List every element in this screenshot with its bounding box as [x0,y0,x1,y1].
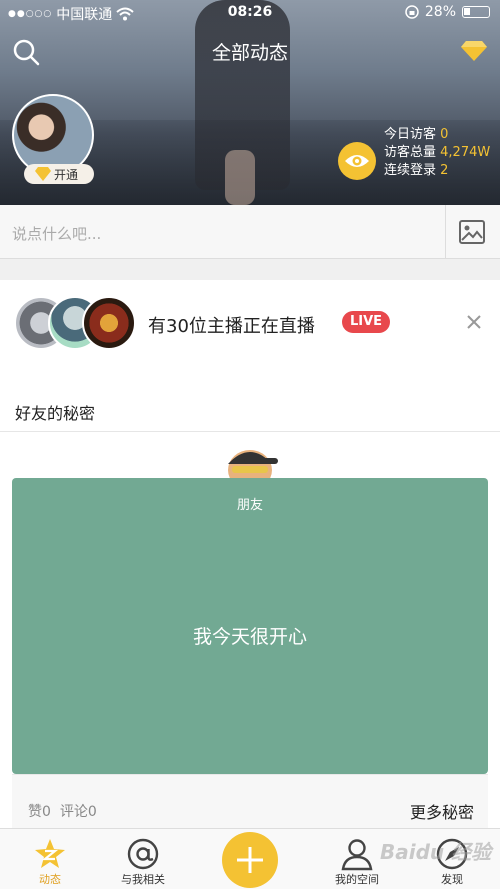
secret-message: 我今天很开心 [192,626,307,648]
friends-secret-header: 好友的秘密 [0,368,500,432]
today-visitors-row: 今日访客 0 [384,126,490,144]
tab-label: 动态 [39,873,61,886]
page-title: 全部动态 [211,42,288,64]
battery-percent: 28% [424,4,456,20]
live-banner[interactable]: 有30位主播正在直播 LIVE [0,280,500,368]
total-visitors-value: 4,274W [440,145,491,160]
login-streak-row: 连续登录 2 [384,162,490,180]
profile-header: ●●○○○ 中国联通 08:26 28% 全部动态 开通 今日访客 0 访客总量… [0,0,500,205]
secret-feed: 朋友 我今天很开心 赞0 评论0 更多秘密 [0,432,500,828]
watermark: Baidu 经验 [380,840,492,864]
secret-tag: 朋友 [236,498,263,513]
secret-footer: 赞0 评论0 更多秘密 [12,774,488,828]
total-visitors-label: 访客总量 [384,145,437,160]
status-right: 28% [405,4,490,20]
vip-open-label: 开通 [54,167,79,182]
secret-card[interactable]: 朋友 我今天很开心 [12,478,488,774]
total-visitors-row: 访客总量 4,274W [384,144,490,162]
tab-label: 发现 [441,873,463,886]
close-icon[interactable] [462,310,486,334]
title-bar: 全部动态 [0,26,500,76]
image-icon[interactable] [459,220,485,244]
at-icon [127,838,159,870]
live-host-avatar [82,296,136,350]
login-streak-value: 2 [440,163,449,178]
visitor-lines: 今日访客 0 访客总量 4,274W 连续登录 2 [384,126,490,180]
login-streak-label: 连续登录 [384,163,437,178]
today-visitors-value: 0 [440,127,449,142]
tab-label: 我的空间 [335,873,379,886]
more-secrets-link[interactable]: 更多秘密 [410,799,474,823]
tab-mentions[interactable]: 与我相关 [93,829,193,889]
live-count-text: 有30位主播正在直播 [148,316,315,337]
live-host-avatars [14,296,139,350]
person-icon [341,839,373,871]
visitor-eye-badge [338,142,376,180]
vip-gem-icon [35,167,51,181]
secret-stats: 赞0 评论0 [28,801,97,821]
visitor-stats[interactable]: 今日访客 0 访客总量 4,274W 连续登录 2 [336,124,500,184]
live-badge: LIVE [342,311,390,333]
header-background-legs [225,150,255,205]
post-bar-divider [445,205,446,259]
today-visitors-label: 今日访客 [384,127,437,142]
tab-label: 与我相关 [121,873,165,886]
eye-icon [345,155,369,167]
vip-open-badge[interactable]: 开通 [24,164,94,184]
diamond-icon[interactable] [460,40,488,62]
post-input[interactable]: 说点什么吧... [12,223,101,244]
orientation-lock-icon [405,5,419,19]
post-input-bar: 说点什么吧... [0,205,500,259]
tab-feed[interactable]: 动态 [0,829,100,889]
like-count[interactable]: 赞0 [28,804,51,820]
status-bar: ●●○○○ 中国联通 08:26 28% [0,0,500,26]
add-post-button[interactable] [222,832,278,888]
plus-icon [237,847,263,873]
section-title: 好友的秘密 [15,404,96,423]
user-avatar-group[interactable]: 开通 [12,94,94,184]
comment-count[interactable]: 评论0 [60,804,97,820]
battery-icon [462,6,490,18]
feed-star-icon [35,839,65,868]
